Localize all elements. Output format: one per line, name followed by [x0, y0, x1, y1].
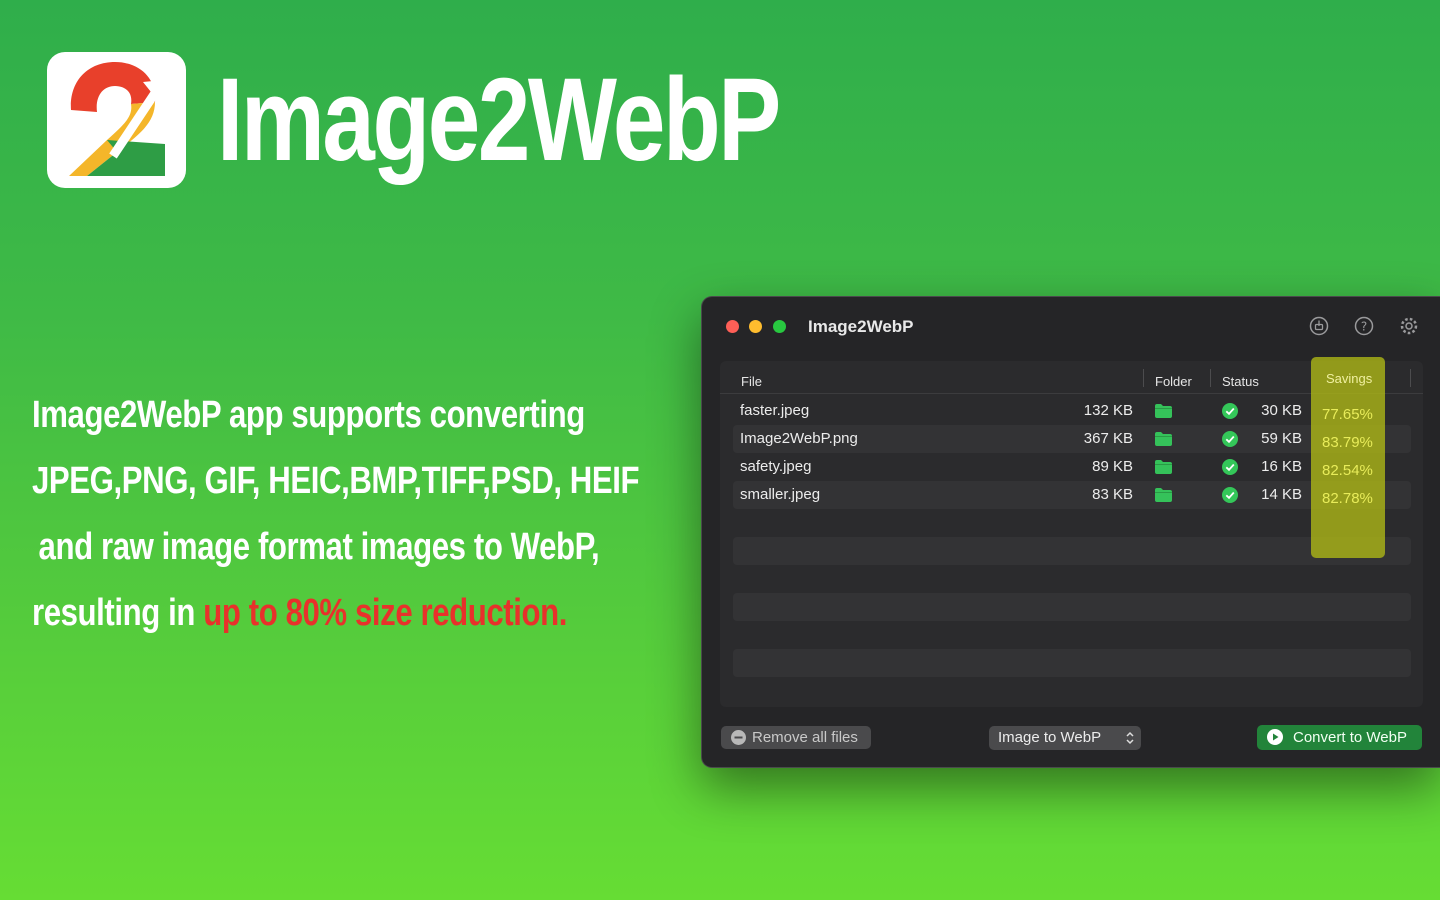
remove-all-files-label: Remove all files [752, 729, 858, 746]
original-size: 367 KB [1083, 430, 1133, 447]
app-window: Image2WebP ? File Folder Status faster.j… [701, 296, 1440, 768]
pitch-line-4-prefix: resulting in [32, 592, 204, 634]
svg-text:?: ? [1361, 320, 1367, 334]
empty-row [733, 593, 1411, 621]
conversion-mode-select[interactable]: Image to WebP [989, 726, 1141, 750]
hero-title: Image2WebP [217, 54, 781, 186]
empty-row [733, 537, 1411, 565]
success-check-icon [1222, 459, 1238, 475]
success-check-icon [1222, 403, 1238, 419]
minimize-window-button[interactable] [749, 320, 762, 333]
empty-row [733, 621, 1411, 649]
pitch-line-3: and raw image format images to WebP, [38, 526, 600, 568]
pitch-line-2: JPEG,PNG, GIF, HEIC,BMP,TIFF,PSD, HEIF [32, 460, 640, 502]
chevron-up-down-icon [1126, 731, 1134, 745]
header-separator [1143, 369, 1144, 387]
savings-value: 82.78% [1322, 490, 1373, 507]
pitch-highlight: up to 80% size reduction. [203, 592, 567, 634]
empty-row [733, 565, 1411, 593]
logo-2-icon [69, 62, 165, 176]
output-size: 14 KB [1261, 486, 1302, 503]
gear-icon[interactable] [1398, 315, 1420, 337]
pitch-line-4: resulting in up to 80% size reduction. [32, 580, 639, 646]
savings-value: 83.79% [1322, 434, 1373, 451]
app-logo [47, 52, 186, 188]
share-icon[interactable] [1308, 315, 1330, 337]
pitch-text: Image2WebP app supports converting JPEG,… [32, 382, 640, 646]
zoom-window-button[interactable] [773, 320, 786, 333]
play-icon [1267, 729, 1283, 745]
conversion-mode-value: Image to WebP [998, 729, 1102, 746]
remove-icon [731, 730, 746, 745]
savings-value: 82.54% [1322, 462, 1373, 479]
table-row[interactable]: safety.jpeg 89 KB 16 KB [733, 453, 1411, 481]
header-savings[interactable]: Savings [1326, 371, 1372, 386]
folder-icon[interactable] [1155, 404, 1172, 418]
empty-row [733, 509, 1411, 537]
header-file[interactable]: File [741, 374, 762, 389]
success-check-icon [1222, 487, 1238, 503]
folder-icon[interactable] [1155, 488, 1172, 502]
header-separator [1410, 369, 1411, 387]
output-size: 16 KB [1261, 458, 1302, 475]
file-name: faster.jpeg [740, 402, 810, 419]
header-folder[interactable]: Folder [1155, 374, 1192, 389]
file-name: smaller.jpeg [740, 486, 821, 503]
convert-to-webp-label: Convert to WebP [1293, 729, 1407, 746]
output-size: 59 KB [1261, 430, 1302, 447]
remove-all-files-button[interactable]: Remove all files [721, 726, 871, 749]
file-name: safety.jpeg [740, 458, 812, 475]
output-size: 30 KB [1261, 402, 1302, 419]
convert-to-webp-button[interactable]: Convert to WebP [1257, 725, 1422, 750]
header-status[interactable]: Status [1222, 374, 1259, 389]
empty-row [733, 649, 1411, 677]
folder-icon[interactable] [1155, 432, 1172, 446]
success-check-icon [1222, 431, 1238, 447]
savings-value: 77.65% [1322, 406, 1373, 423]
file-name: Image2WebP.png [740, 430, 858, 447]
close-window-button[interactable] [726, 320, 739, 333]
original-size: 132 KB [1083, 402, 1133, 419]
window-title: Image2WebP [808, 317, 914, 336]
folder-icon[interactable] [1155, 460, 1172, 474]
table-row[interactable]: smaller.jpeg 83 KB 14 KB [733, 481, 1411, 509]
table-row[interactable]: Image2WebP.png 367 KB 59 KB [733, 425, 1411, 453]
help-icon[interactable]: ? [1353, 315, 1375, 337]
savings-column-highlight [1311, 357, 1385, 558]
header-separator [1210, 369, 1211, 387]
original-size: 83 KB [1092, 486, 1133, 503]
table-row[interactable]: faster.jpeg 132 KB 30 KB [733, 397, 1411, 425]
pitch-line-1: Image2WebP app supports converting [32, 394, 585, 436]
original-size: 89 KB [1092, 458, 1133, 475]
